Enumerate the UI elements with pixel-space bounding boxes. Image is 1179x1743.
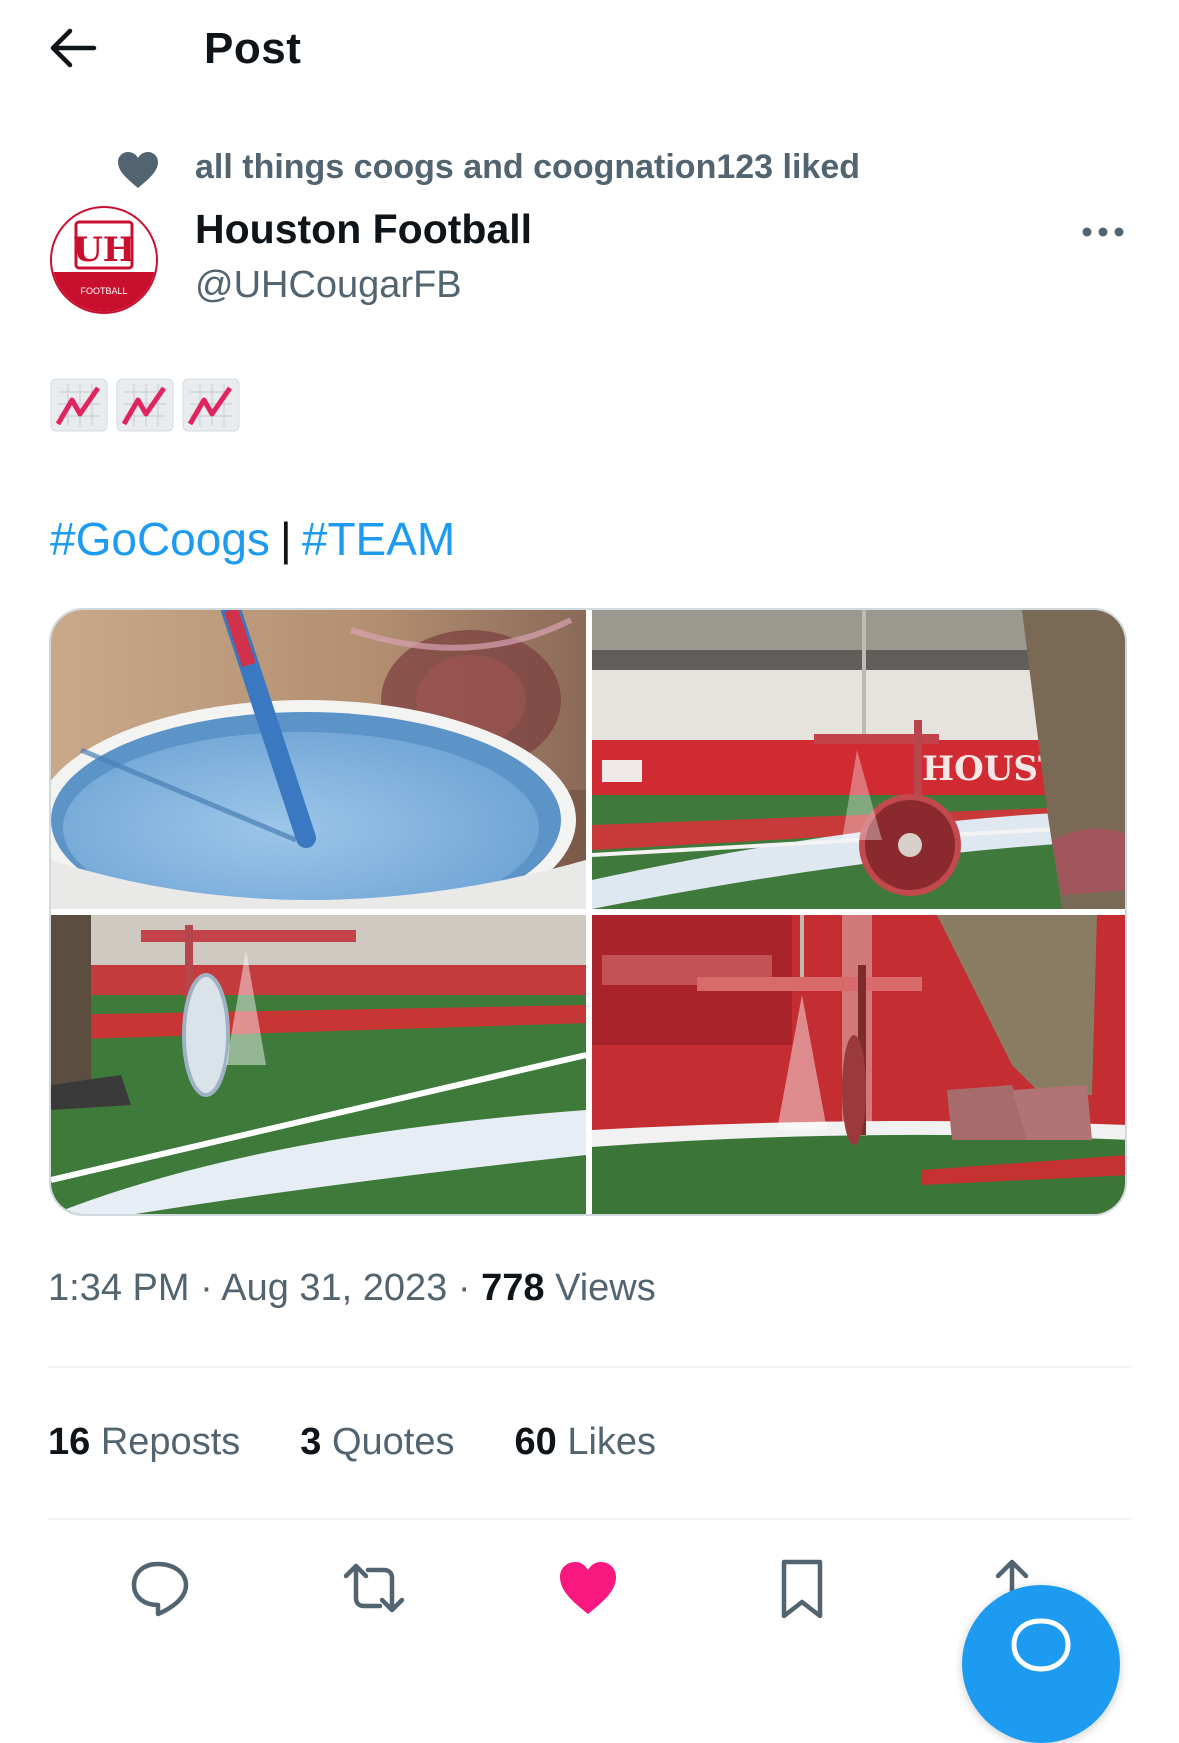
chart-increasing-icon — [116, 378, 174, 432]
chart-increasing-icon — [182, 378, 240, 432]
reposts-label: Reposts — [100, 1421, 241, 1463]
more-options-button[interactable] — [1078, 214, 1128, 250]
divider — [48, 1366, 1131, 1368]
svg-text:UH: UH — [73, 230, 135, 270]
repost-button[interactable] — [342, 1558, 406, 1618]
reply-button[interactable] — [128, 1558, 192, 1618]
hashtag-link[interactable]: #TEAM — [302, 513, 455, 565]
page-title: Post — [204, 24, 302, 73]
photo-paint-bucket[interactable] — [51, 610, 586, 909]
like-icon — [560, 1562, 616, 1614]
media-grid: HOUST — [49, 608, 1127, 1216]
chart-increasing-icon — [50, 378, 108, 432]
meta-dot: · — [457, 1267, 471, 1309]
likes-stat[interactable]: 60 Likes — [514, 1421, 656, 1464]
bookmark-button[interactable] — [770, 1558, 834, 1619]
reposts-count: 16 — [48, 1421, 91, 1463]
views-count: 778 — [481, 1267, 545, 1309]
views-label: Views — [555, 1267, 656, 1309]
tweet-hashtags: #GoCoogs | #TEAM — [50, 512, 455, 566]
back-button[interactable] — [48, 26, 98, 70]
heart-icon — [116, 150, 160, 190]
compose-button[interactable] — [962, 1585, 1120, 1743]
avatar[interactable]: UH FOOTBALL — [50, 206, 158, 314]
likes-count: 60 — [514, 1421, 557, 1463]
photo-line-painter-turf[interactable] — [51, 915, 586, 1214]
more-icon — [1082, 227, 1124, 237]
post-date[interactable]: Aug 31, 2023 — [221, 1267, 447, 1309]
hashtag-link[interactable]: #GoCoogs — [50, 513, 270, 565]
post-time[interactable]: 1:34 PM — [48, 1267, 190, 1309]
reply-icon — [131, 1561, 189, 1617]
social-context-text[interactable]: all things coogs and coognation123 liked — [195, 148, 860, 187]
quotes-stat[interactable]: 3 Quotes — [300, 1421, 454, 1464]
display-name[interactable]: Houston Football — [195, 206, 532, 253]
svg-text:FOOTBALL: FOOTBALL — [80, 286, 127, 296]
engagement-stats: 16 Reposts 3 Quotes 60 Likes — [48, 1421, 656, 1464]
reposts-stat[interactable]: 16 Reposts — [48, 1421, 240, 1464]
photo-line-painter-stadium[interactable]: HOUST — [592, 610, 1125, 909]
quotes-label: Quotes — [331, 1421, 455, 1463]
post-meta: 1:34 PM · Aug 31, 2023 · 778 Views — [48, 1267, 656, 1310]
tweet-emojis — [50, 378, 240, 436]
likes-label: Likes — [567, 1421, 657, 1463]
user-handle[interactable]: @UHCougarFB — [195, 264, 462, 307]
meta-dot: · — [200, 1267, 213, 1309]
repost-icon — [343, 1563, 405, 1613]
hashtag-separator: | — [279, 513, 292, 565]
divider — [48, 1518, 1131, 1520]
compose-icon — [1011, 1618, 1071, 1672]
photo-line-painter-spray[interactable] — [592, 915, 1125, 1214]
arrow-left-icon — [50, 28, 97, 68]
like-button[interactable] — [556, 1558, 620, 1618]
quotes-count: 3 — [300, 1421, 322, 1463]
bookmark-icon — [781, 1559, 823, 1619]
